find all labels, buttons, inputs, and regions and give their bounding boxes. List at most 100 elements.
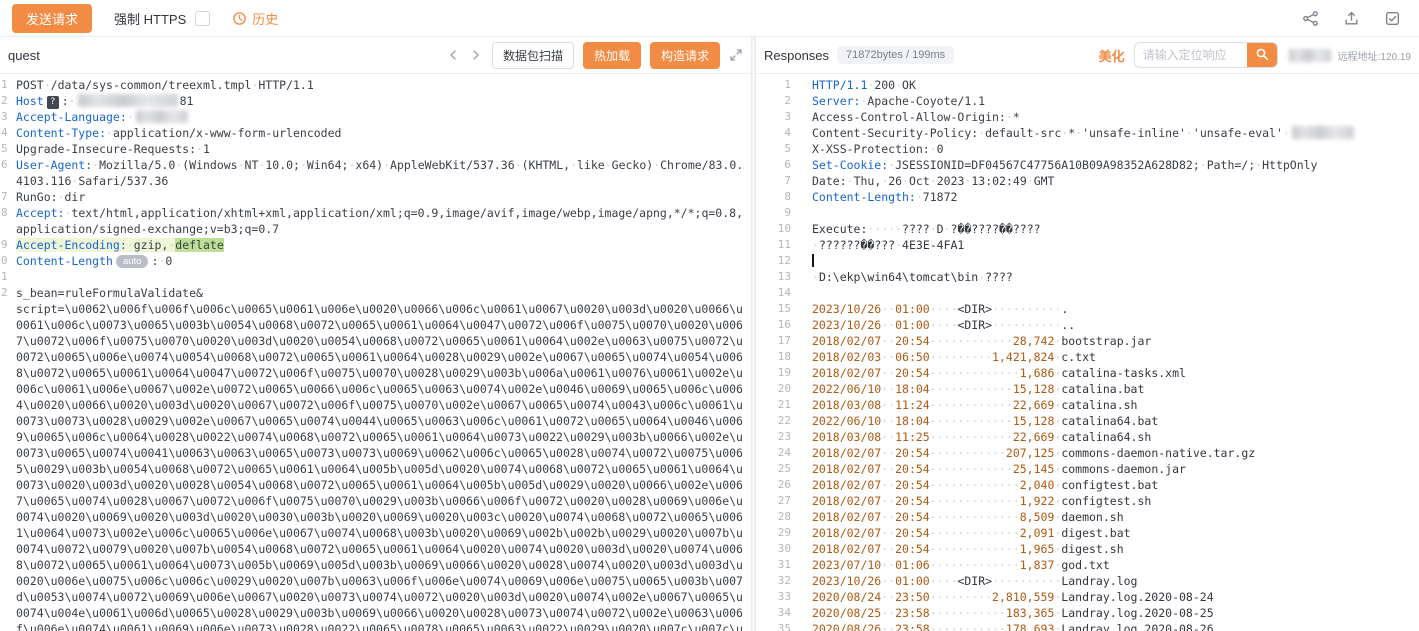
code-line-content[interactable]: Execute:·····????·D·?��????��???? bbox=[806, 221, 1419, 237]
export-icon[interactable] bbox=[1343, 10, 1360, 27]
code-line-content[interactable]: 2020/08/26··23:58···········178,693·Land… bbox=[806, 621, 1419, 631]
code-line-content[interactable] bbox=[12, 269, 751, 285]
request-line[interactable]: 1 bbox=[0, 269, 751, 285]
request-line[interactable]: 5Upgrade-Insecure-Requests:·1 bbox=[0, 141, 751, 157]
response-line[interactable]: 9 bbox=[756, 205, 1419, 221]
search-button[interactable] bbox=[1247, 42, 1277, 68]
response-line[interactable]: 212018/03/08··11:24············22,669·ca… bbox=[756, 397, 1419, 413]
response-line[interactable]: 242018/02/07··20:54···········207,125·co… bbox=[756, 445, 1419, 461]
code-line-content[interactable]: 2022/06/10··18:04············15,128·cata… bbox=[806, 413, 1419, 429]
code-line-content[interactable]: Date:·Thu,·26·Oct·2023·13:02:49·GMT bbox=[806, 173, 1419, 189]
code-line-content[interactable] bbox=[806, 253, 1419, 269]
force-https-checkbox[interactable] bbox=[195, 11, 210, 26]
code-line-content[interactable]: 2023/10/26··01:00····<DIR>··········. bbox=[806, 301, 1419, 317]
code-line-content[interactable]: 2018/02/07··20:54·············2,091·dige… bbox=[806, 525, 1419, 541]
code-line-content[interactable]: 2018/02/07··20:54·············2,040·conf… bbox=[806, 477, 1419, 493]
response-line[interactable]: 332020/08/24··23:50·········2,810,559·La… bbox=[756, 589, 1419, 605]
code-line-content[interactable]: 2018/02/07··20:54·············8,509·daem… bbox=[806, 509, 1419, 525]
response-line[interactable]: 8Content-Length:·71872 bbox=[756, 189, 1419, 205]
code-line-content[interactable]: 2018/03/08··11:24············22,669·cata… bbox=[806, 397, 1419, 413]
response-line[interactable]: 202022/06/10··18:04············15,128·ca… bbox=[756, 381, 1419, 397]
request-line[interactable]: 9Accept-Encoding:·gzip,·deflate bbox=[0, 237, 751, 253]
code-line-content[interactable]: Content-Length:·71872 bbox=[806, 189, 1419, 205]
request-line[interactable]: 4Content-Type:·application/x-www-form-ur… bbox=[0, 125, 751, 141]
code-line-content[interactable]: 2018/02/07··20:54············28,742·boot… bbox=[806, 333, 1419, 349]
history-button[interactable]: 历史 bbox=[232, 9, 278, 28]
response-line[interactable]: 342020/08/25··23:58···········183,365·La… bbox=[756, 605, 1419, 621]
code-line-content[interactable]: ·D:\ekp\win64\tomcat\bin·???? bbox=[806, 269, 1419, 285]
beautify-button[interactable]: 美化 bbox=[1099, 46, 1125, 65]
code-line-content[interactable]: Content-Lengthauto:·0 bbox=[12, 253, 751, 269]
response-line[interactable]: 302018/02/07··20:54·············1,965·di… bbox=[756, 541, 1419, 557]
response-line[interactable]: 222022/06/10··18:04············15,128·ca… bbox=[756, 413, 1419, 429]
response-search-input[interactable] bbox=[1135, 48, 1247, 62]
expand-icon[interactable] bbox=[729, 48, 743, 62]
checklist-icon[interactable] bbox=[1384, 10, 1401, 27]
request-line[interactable]: 2s_bean=ruleFormulaValidate&script=\u006… bbox=[0, 285, 751, 631]
code-line-content[interactable] bbox=[806, 285, 1419, 301]
response-line[interactable]: 172018/02/07··20:54············28,742·bo… bbox=[756, 333, 1419, 349]
code-line-content[interactable]: 2020/08/25··23:58···········183,365·Land… bbox=[806, 605, 1419, 621]
response-line[interactable]: 292018/02/07··20:54·············2,091·di… bbox=[756, 525, 1419, 541]
code-line-content[interactable]: 2018/02/07··20:54············25,145·comm… bbox=[806, 461, 1419, 477]
fuzz-helper-icon[interactable]: ? bbox=[47, 96, 59, 109]
code-line-content[interactable]: Access-Control-Allow-Origin:·* bbox=[806, 109, 1419, 125]
chevron-right-icon[interactable] bbox=[469, 48, 483, 62]
code-line-content[interactable]: 2023/10/26··01:00····<DIR>··········.. bbox=[806, 317, 1419, 333]
code-line-content[interactable]: s_bean=ruleFormulaValidate&script=\u0062… bbox=[12, 285, 751, 631]
code-line-content[interactable]: Content-Security-Policy:·default-src·*·'… bbox=[806, 125, 1419, 141]
code-line-content[interactable]: ·??????��???·4E3E-4FA1 bbox=[806, 237, 1419, 253]
request-editor[interactable]: 1 POST·/data/sys-common/treexml.tmpl·HTTP… bbox=[0, 74, 751, 631]
code-line-content[interactable]: POST·/data/sys-common/treexml.tmpl·HTTP/… bbox=[12, 77, 751, 93]
response-line[interactable]: 5X-XSS-Protection:·0 bbox=[756, 141, 1419, 157]
code-line-content[interactable]: Accept-Encoding:·gzip,·deflate bbox=[12, 237, 751, 253]
code-line-content[interactable]: 2022/06/10··18:04············15,128·cata… bbox=[806, 381, 1419, 397]
response-line[interactable]: 3Access-Control-Allow-Origin:·* bbox=[756, 109, 1419, 125]
code-line-content[interactable]: RunGo:·dir bbox=[12, 189, 751, 205]
request-line[interactable]: 2Host?:·81 bbox=[0, 93, 751, 109]
response-line[interactable]: 2Server:·Apache-Coyote/1.1 bbox=[756, 93, 1419, 109]
response-line[interactable]: 232018/03/08··11:25············22,669·ca… bbox=[756, 429, 1419, 445]
responses-tab[interactable]: Responses bbox=[764, 48, 829, 63]
response-line[interactable]: 272018/02/07··20:54·············1,922·co… bbox=[756, 493, 1419, 509]
share-icon[interactable] bbox=[1302, 10, 1319, 27]
response-line[interactable]: 1HTTP/1.1·200·OK bbox=[756, 77, 1419, 93]
code-line-content[interactable]: 2018/02/07··20:54···········207,125·comm… bbox=[806, 445, 1419, 461]
build-request-button[interactable]: 构造请求 bbox=[650, 42, 720, 69]
request-line[interactable]: 7RunGo:·dir bbox=[0, 189, 751, 205]
code-line-content[interactable]: 2018/02/07··20:54·············1,686·cata… bbox=[806, 365, 1419, 381]
response-editor[interactable]: 1HTTP/1.1·200·OK2Server:·Apache-Coyote/1… bbox=[756, 74, 1419, 631]
response-line[interactable]: 6Set-Cookie:·JSESSIONID=DF04567C47756A10… bbox=[756, 157, 1419, 173]
request-line[interactable]: 8Accept:·text/html,application/xhtml+xml… bbox=[0, 205, 751, 237]
response-line[interactable]: 192018/02/07··20:54·············1,686·ca… bbox=[756, 365, 1419, 381]
chevron-left-icon[interactable] bbox=[446, 48, 460, 62]
code-line-content[interactable]: 2018/02/07··20:54·············1,922·conf… bbox=[806, 493, 1419, 509]
response-line[interactable]: 14 bbox=[756, 285, 1419, 301]
response-line[interactable]: 7Date:·Thu,·26·Oct·2023·13:02:49·GMT bbox=[756, 173, 1419, 189]
request-line[interactable]: 0Content-Lengthauto:·0 bbox=[0, 253, 751, 269]
request-line[interactable]: 6User-Agent:·Mozilla/5.0·(Windows·NT·10.… bbox=[0, 157, 751, 189]
code-line-content[interactable]: Set-Cookie:·JSESSIONID=DF04567C47756A10B… bbox=[806, 157, 1419, 173]
code-line-content[interactable]: Host?:·81 bbox=[12, 93, 751, 109]
send-request-button[interactable]: 发送请求 bbox=[12, 4, 92, 33]
code-line-content[interactable]: 2020/08/24··23:50·········2,810,559·Land… bbox=[806, 589, 1419, 605]
code-line-content[interactable]: Content-Type:·application/x-www-form-url… bbox=[12, 125, 751, 141]
response-line[interactable]: 152023/10/26··01:00····<DIR>··········. bbox=[756, 301, 1419, 317]
response-line[interactable]: 12 bbox=[756, 253, 1419, 269]
response-line[interactable]: 182018/02/03··06:50·········1,421,824·c.… bbox=[756, 349, 1419, 365]
response-line[interactable]: 252018/02/07··20:54············25,145·co… bbox=[756, 461, 1419, 477]
response-line[interactable]: 13·D:\ekp\win64\tomcat\bin·???? bbox=[756, 269, 1419, 285]
code-line-content[interactable]: 2023/10/26··01:00····<DIR>··········Land… bbox=[806, 573, 1419, 589]
request-tab[interactable]: quest bbox=[8, 48, 40, 63]
code-line-content[interactable]: HTTP/1.1·200·OK bbox=[806, 77, 1419, 93]
response-line[interactable]: 162023/10/26··01:00····<DIR>··········.. bbox=[756, 317, 1419, 333]
response-line[interactable]: 10Execute:·····????·D·?��????��???? bbox=[756, 221, 1419, 237]
code-line-content[interactable] bbox=[806, 205, 1419, 221]
response-line[interactable]: 11·??????��???·4E3E-4FA1 bbox=[756, 237, 1419, 253]
code-line-content[interactable]: Accept-Language:· bbox=[12, 109, 751, 125]
packet-scan-button[interactable]: 数据包扫描 bbox=[492, 42, 574, 69]
code-line-content[interactable]: Server:·Apache-Coyote/1.1 bbox=[806, 93, 1419, 109]
code-line-content[interactable]: 2023/07/10··01:06·············1,837·god.… bbox=[806, 557, 1419, 573]
request-line[interactable]: 1POST·/data/sys-common/treexml.tmpl·HTTP… bbox=[0, 77, 751, 93]
code-line-content[interactable]: 2018/02/03··06:50·········1,421,824·c.tx… bbox=[806, 349, 1419, 365]
